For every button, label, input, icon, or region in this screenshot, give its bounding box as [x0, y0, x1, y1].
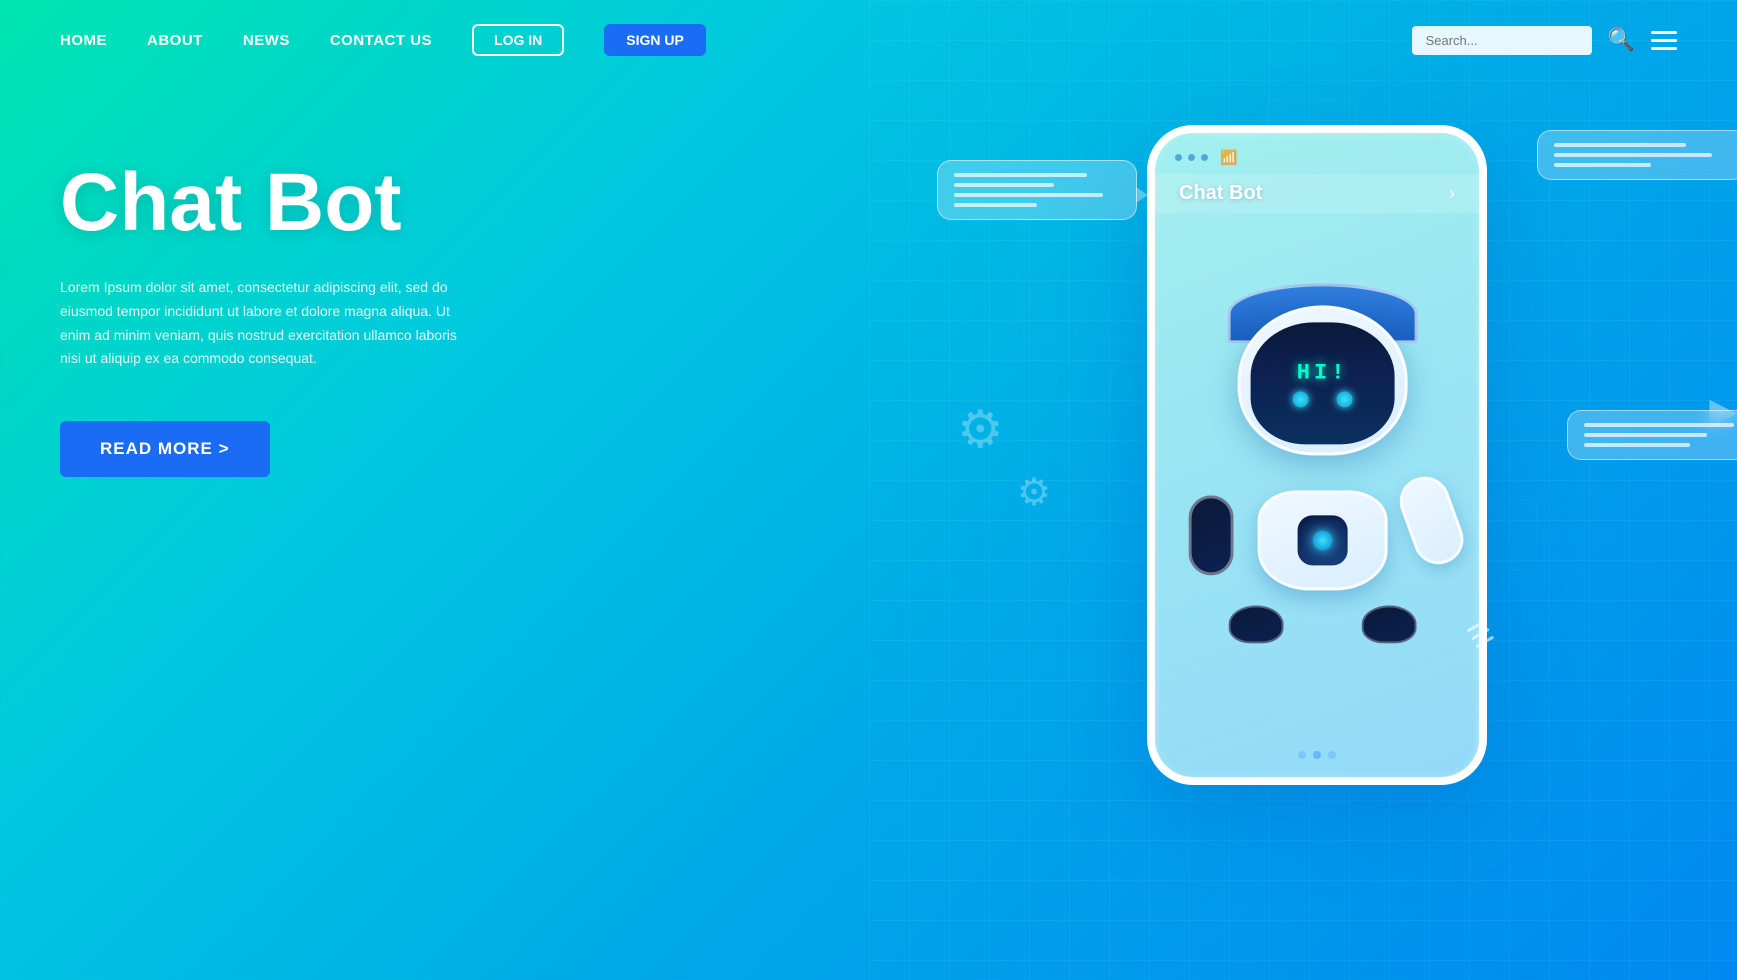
- bubble-lines-left: [954, 173, 1120, 207]
- gear-icon-small: ⚙: [1017, 470, 1051, 515]
- robot-foot-right: [1362, 605, 1417, 643]
- robot-visor: HI!: [1251, 322, 1395, 444]
- robot-arm-left: [1189, 495, 1234, 575]
- phone-header-arrow: ›: [1449, 183, 1455, 204]
- bubble-line: [1584, 423, 1734, 427]
- login-button[interactable]: LOG IN: [472, 24, 564, 56]
- gear-icon-large: ⚙: [957, 400, 1004, 460]
- robot-chest-light: [1313, 530, 1333, 550]
- menu-bar-2: [1651, 39, 1677, 42]
- phone-status-bar: 📶: [1155, 133, 1479, 174]
- hamburger-menu[interactable]: [1651, 31, 1677, 50]
- nav-contact[interactable]: CONTACT US: [330, 32, 432, 49]
- nav-links: HOME ABOUT NEWS CONTACT US LOG IN SIGN U…: [60, 24, 1412, 56]
- bubble-line: [1584, 433, 1707, 437]
- robot-eye-left: [1293, 391, 1309, 407]
- robot-foot-left: [1229, 605, 1284, 643]
- chat-bubble-right-top: [1537, 130, 1737, 180]
- phone-dot-2: [1313, 751, 1321, 759]
- status-dot-2: [1188, 154, 1195, 161]
- search-input[interactable]: [1412, 26, 1592, 55]
- robot-arm-right: [1393, 470, 1471, 572]
- bubble-line: [954, 183, 1054, 187]
- chat-bubble-left: [937, 160, 1137, 220]
- navbar: HOME ABOUT NEWS CONTACT US LOG IN SIGN U…: [0, 0, 1737, 80]
- read-more-button[interactable]: READ MORE >: [60, 421, 270, 477]
- bubble-line: [1554, 163, 1651, 167]
- bubble-line: [954, 173, 1087, 177]
- hero-description: Lorem Ipsum dolor sit amet, consectetur …: [60, 276, 480, 371]
- nav-about[interactable]: ABOUT: [147, 32, 203, 49]
- phone-container: 🌐 📁 ▶ ⚙ ⚙ 📶 Chat Bo: [1117, 80, 1517, 830]
- bubble-line: [954, 193, 1103, 197]
- robot: HI!: [1183, 305, 1463, 645]
- nav-right: 🔍: [1412, 26, 1677, 55]
- phone-chat-title: Chat Bot: [1179, 182, 1262, 205]
- robot-chest: [1298, 515, 1348, 565]
- robot-eyes: [1293, 391, 1353, 407]
- nav-news[interactable]: NEWS: [243, 32, 290, 49]
- status-dot-3: [1201, 154, 1208, 161]
- bubble-line: [1554, 143, 1686, 147]
- phone-header: Chat Bot ›: [1155, 174, 1479, 213]
- robot-head: HI!: [1238, 305, 1408, 455]
- robot-eye-right: [1337, 391, 1353, 407]
- phone-dot-3: [1328, 751, 1336, 759]
- bubble-lines-right-mid: [1584, 423, 1737, 447]
- status-dot-1: [1175, 154, 1182, 161]
- robot-body: [1258, 490, 1388, 590]
- bubble-line: [1554, 153, 1712, 157]
- hero-title: Chat Bot: [60, 160, 620, 246]
- nav-home[interactable]: HOME: [60, 32, 107, 49]
- chat-bubble-right-mid: [1567, 410, 1737, 460]
- signup-button[interactable]: SIGN UP: [604, 24, 706, 56]
- menu-bar-3: [1651, 47, 1677, 50]
- bubble-lines-right-top: [1554, 143, 1730, 167]
- robot-hi-text: HI!: [1297, 360, 1349, 385]
- search-icon[interactable]: 🔍: [1608, 27, 1635, 53]
- hero-left: Chat Bot Lorem Ipsum dolor sit amet, con…: [60, 160, 620, 477]
- phone-dots-bottom: [1298, 751, 1336, 759]
- bubble-line: [954, 203, 1037, 207]
- menu-bar-1: [1651, 31, 1677, 34]
- bubble-line: [1584, 443, 1690, 447]
- wifi-icon: 📶: [1220, 149, 1237, 166]
- phone-dot-1: [1298, 751, 1306, 759]
